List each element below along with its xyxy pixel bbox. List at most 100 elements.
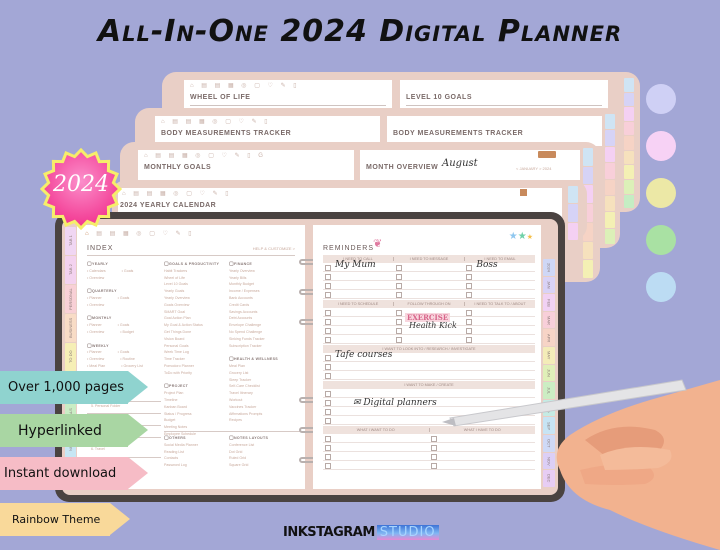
index-link[interactable]: Affirmations Prompts (229, 411, 299, 418)
checkbox[interactable] (395, 283, 402, 289)
index-link[interactable]: Square Grid (229, 462, 299, 469)
checkbox[interactable] (395, 292, 402, 298)
color-swatch[interactable] (646, 131, 676, 161)
checkbox[interactable] (325, 445, 331, 451)
checkbox[interactable] (466, 328, 473, 334)
index-heading[interactable]: OTHERS (164, 435, 228, 442)
color-swatch[interactable] (646, 272, 676, 302)
checkbox[interactable] (395, 319, 402, 325)
index-link[interactable]: Contacts (164, 455, 228, 462)
checkbox[interactable] (325, 373, 331, 379)
index-link[interactable]: Vaccines Tracker (229, 404, 299, 411)
index-link[interactable]: Personal Goals (164, 343, 228, 350)
checkbox[interactable] (325, 463, 331, 469)
checkbox[interactable] (395, 328, 402, 334)
index-link[interactable]: • Goals (118, 349, 130, 356)
index-link[interactable]: Savings Accounts (229, 309, 299, 316)
view-toggle[interactable] (538, 151, 556, 158)
checkbox[interactable] (325, 328, 331, 334)
index-link[interactable]: Travel Itinerary (229, 390, 299, 397)
index-link[interactable]: Meeting Notes (164, 424, 228, 431)
index-link[interactable]: • Meal Plan (87, 363, 105, 370)
checkbox[interactable] (395, 337, 402, 343)
index-link[interactable]: • Planner (87, 295, 102, 302)
index-link[interactable]: My Goal & Action Status (164, 322, 228, 329)
checkbox[interactable] (466, 310, 473, 316)
index-link[interactable]: Debt Accounts (229, 315, 299, 322)
section-tab[interactable]: TAB 1 (65, 227, 76, 255)
checkbox[interactable] (466, 319, 473, 325)
checkbox[interactable] (466, 283, 473, 289)
index-link[interactable]: Monthly Budget (229, 281, 299, 288)
checkbox[interactable] (325, 418, 331, 424)
checkbox[interactable] (325, 283, 331, 289)
index-link[interactable]: Level 10 Goals (164, 281, 228, 288)
checkbox[interactable] (395, 310, 402, 316)
index-link[interactable]: Habit Trackers (164, 268, 228, 275)
index-link[interactable]: Goal Action Plan (164, 315, 228, 322)
index-link[interactable]: Project Plan (164, 390, 228, 397)
index-link[interactable]: Yearly Overview (229, 268, 299, 275)
month-tab[interactable]: MAR (543, 311, 555, 329)
index-link[interactable]: Yearly Bills (229, 275, 299, 282)
index-link[interactable]: Vision Board (164, 336, 228, 343)
index-link[interactable]: Wheel of Life (164, 275, 228, 282)
checkbox[interactable] (466, 274, 473, 280)
index-link[interactable]: Reading List (164, 449, 228, 456)
index-heading[interactable]: GOALS & PRODUCTIVITY (164, 261, 228, 268)
month-tab[interactable]: APR (543, 329, 555, 347)
checkbox[interactable] (325, 436, 331, 442)
checkbox[interactable] (395, 274, 402, 280)
checkbox[interactable] (325, 337, 331, 343)
index-link[interactable]: • Budget (120, 329, 134, 336)
checkbox[interactable] (466, 292, 473, 298)
index-heading[interactable]: FINANCE (229, 261, 299, 268)
index-link[interactable]: • Grocery List (121, 363, 143, 370)
index-link[interactable]: Sleep Tracker (229, 377, 299, 384)
index-link[interactable]: • Calendars (87, 268, 106, 275)
section-tab[interactable]: BUSINESS (65, 314, 76, 342)
index-link[interactable]: Week Time Log (164, 349, 228, 356)
index-link[interactable]: Income / Expenses (229, 288, 299, 295)
index-link[interactable]: • Overview (87, 275, 104, 282)
index-link[interactable]: • Goals (118, 295, 130, 302)
checkbox[interactable] (325, 409, 331, 415)
checkbox[interactable] (325, 292, 331, 298)
index-heading[interactable]: WEEKLY (87, 343, 167, 350)
color-swatch[interactable] (646, 178, 676, 208)
index-link[interactable]: • Overview (87, 329, 104, 336)
index-link[interactable]: Timeline (164, 397, 228, 404)
index-link[interactable]: Password Log (164, 462, 228, 469)
month-tab[interactable]: FEB (543, 294, 555, 311)
index-link[interactable]: Self-Care Checklist (229, 383, 299, 390)
index-link[interactable]: Conference List (229, 442, 299, 449)
index-link[interactable]: • Routine (120, 356, 135, 363)
checkbox[interactable] (325, 355, 331, 361)
index-link[interactable]: Bank Accounts (229, 295, 299, 302)
index-heading[interactable]: PROJECT (164, 383, 228, 390)
index-link[interactable]: Status / Progress (164, 411, 228, 418)
checkbox[interactable] (325, 364, 331, 370)
index-link[interactable]: 6. Travel (91, 446, 105, 453)
month-tab[interactable]: JAN (543, 276, 555, 294)
index-link[interactable]: Budget (164, 417, 228, 424)
index-link[interactable]: Yearly Overview (164, 295, 228, 302)
index-link[interactable]: Meal Plan (229, 363, 299, 370)
checkbox[interactable] (395, 265, 402, 271)
checkbox[interactable] (325, 319, 331, 325)
index-link[interactable]: • Goals (122, 268, 134, 275)
index-heading[interactable]: NOTES LAYOUTS (229, 435, 299, 442)
help-link[interactable]: HELP & CUSTOMIZE > (253, 246, 295, 251)
section-tab[interactable]: TAB 2 (65, 256, 76, 284)
view-toggle[interactable] (520, 189, 527, 196)
index-link[interactable]: • Overview (87, 356, 104, 363)
home-icon[interactable]: ⌂ (85, 231, 92, 237)
index-link[interactable]: Pomodoro Planner (164, 363, 228, 370)
index-link[interactable]: Workout (229, 397, 299, 404)
section-tab[interactable]: PERSONAL (65, 285, 76, 313)
index-link[interactable]: No Spend Challenge (229, 329, 299, 336)
checkbox[interactable] (325, 454, 331, 460)
checkbox[interactable] (325, 391, 331, 397)
index-link[interactable]: Goals Overview (164, 302, 228, 309)
checkbox[interactable] (325, 265, 331, 271)
